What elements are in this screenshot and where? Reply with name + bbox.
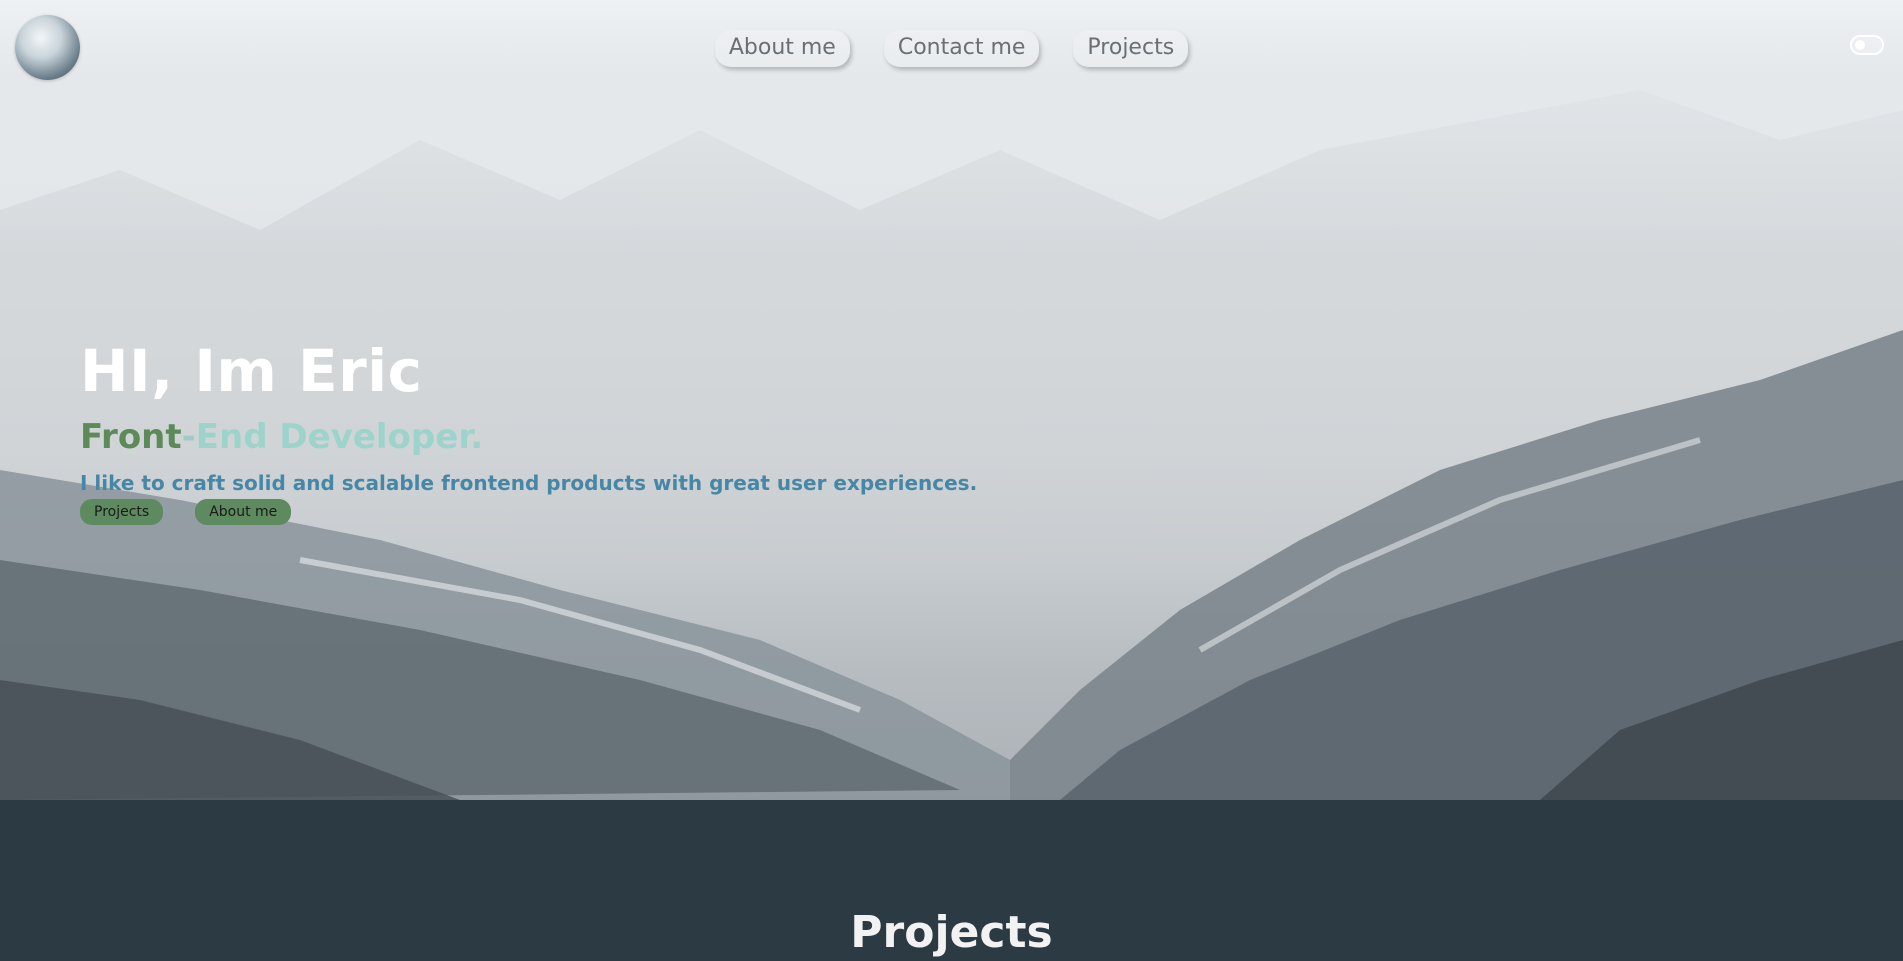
hero-section: About me Contact me Projects HI, Im Eric… xyxy=(0,0,1903,800)
role-rest: End Developer. xyxy=(195,417,484,457)
toggle-knob xyxy=(1855,40,1865,50)
projects-section-title: Projects xyxy=(850,907,1053,958)
theme-toggle-icon[interactable] xyxy=(1850,35,1884,55)
tagline: I like to craft solid and scalable front… xyxy=(80,471,978,495)
cta-buttons: Projects About me xyxy=(80,499,977,525)
role-front: Front xyxy=(80,417,182,457)
about-me-button[interactable]: About me xyxy=(195,499,292,525)
nav-link-about[interactable]: About me xyxy=(714,30,850,67)
projects-section: Projects xyxy=(0,800,1903,958)
intro-block: HI, Im Eric Front-End Developer. I like … xyxy=(80,335,977,525)
role-heading: Front-End Developer. xyxy=(80,413,977,461)
top-navbar: About me Contact me Projects xyxy=(0,0,1903,96)
nav-links: About me Contact me Projects xyxy=(0,30,1903,67)
role-separator: - xyxy=(181,417,196,457)
nav-link-projects[interactable]: Projects xyxy=(1073,30,1189,67)
projects-button[interactable]: Projects xyxy=(80,499,164,525)
greeting-heading: HI, Im Eric xyxy=(80,337,423,405)
nav-link-contact[interactable]: Contact me xyxy=(883,30,1040,67)
